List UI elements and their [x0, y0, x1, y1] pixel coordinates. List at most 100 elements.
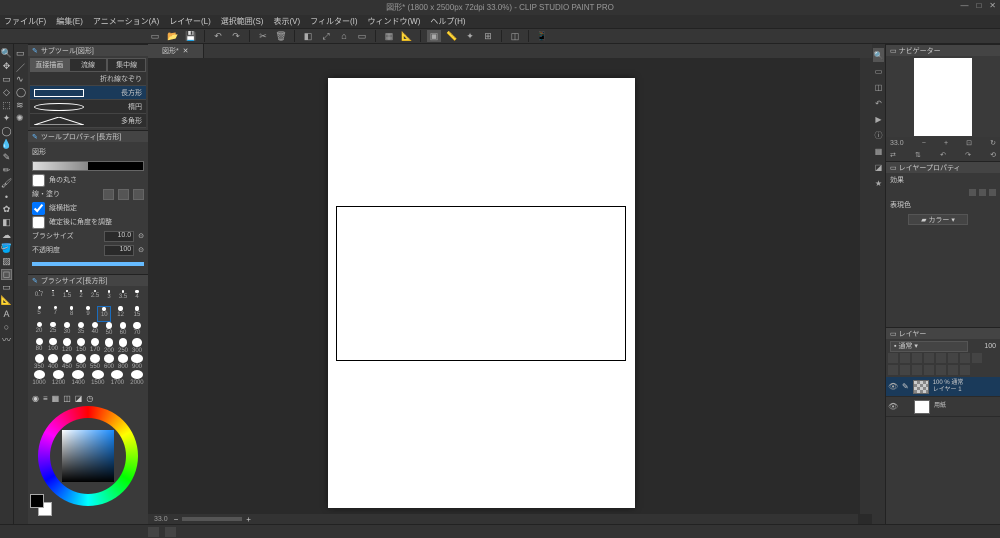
- shape-lasso-icon[interactable]: ◯: [14, 87, 28, 98]
- tab-saturated[interactable]: 集中線: [107, 58, 146, 72]
- brush-size-20[interactable]: 20: [32, 322, 46, 338]
- brush-size-550[interactable]: 550: [88, 354, 102, 370]
- figure-tool-icon[interactable]: ◻: [1, 269, 12, 280]
- nav-zoomout-icon[interactable]: −: [922, 140, 926, 147]
- brush-size-35[interactable]: 35: [74, 322, 88, 338]
- menu-animation[interactable]: アニメーション(A): [93, 16, 159, 27]
- autoaction-tab-icon[interactable]: ▶: [873, 112, 884, 126]
- brush-size-100[interactable]: 100: [46, 338, 60, 354]
- mask-icon[interactable]: [936, 365, 946, 375]
- undo-icon[interactable]: ↶: [211, 30, 225, 42]
- delete-icon[interactable]: 🗑: [274, 30, 288, 42]
- eyedropper-tool-icon[interactable]: 💧: [1, 139, 12, 150]
- navigator-header[interactable]: ▭ ナビゲーター: [886, 44, 1000, 56]
- aspect-checkbox[interactable]: [32, 202, 45, 215]
- scrollbar-vertical[interactable]: [860, 58, 872, 514]
- canvas-viewport[interactable]: [148, 58, 872, 524]
- toolprop-panel-header[interactable]: ✎ツールプロパティ[長方形]: [28, 130, 148, 142]
- link-icon[interactable]: ⊙: [138, 232, 144, 240]
- layer-thumbnail[interactable]: [913, 380, 929, 394]
- brush-size-1000[interactable]: 1000: [32, 370, 46, 386]
- fill-tool-icon[interactable]: 🪣: [1, 243, 12, 254]
- shape-item-rect[interactable]: 長方形: [30, 86, 146, 100]
- redo-icon[interactable]: ↷: [229, 30, 243, 42]
- close-button[interactable]: ✕: [989, 1, 996, 10]
- brush-size-150[interactable]: 150: [74, 338, 88, 354]
- snap-grid-icon[interactable]: ⊞: [481, 30, 495, 42]
- brush-size-170[interactable]: 170: [88, 338, 102, 354]
- brush-tool-icon[interactable]: 🖌: [1, 178, 12, 189]
- tab-stream[interactable]: 流線: [69, 58, 108, 72]
- assets-icon[interactable]: ◫: [508, 30, 522, 42]
- brush-size-7[interactable]: 7: [48, 306, 62, 322]
- grid-icon[interactable]: ▦: [382, 30, 396, 42]
- brush-size-9[interactable]: 9: [81, 306, 95, 322]
- operation-tool-icon[interactable]: ▭: [1, 74, 12, 85]
- brush-size-400[interactable]: 400: [46, 354, 60, 370]
- brush-size-200[interactable]: 200: [102, 338, 116, 354]
- shape-saturated-icon[interactable]: ✺: [14, 113, 28, 124]
- airbrush-tool-icon[interactable]: •: [1, 191, 12, 202]
- both-toggle[interactable]: [133, 189, 144, 200]
- brush-size-4[interactable]: 4: [130, 290, 144, 306]
- marquee-tool-icon[interactable]: ⬚: [1, 100, 12, 111]
- layer-move-tool-icon[interactable]: ◇: [1, 87, 12, 98]
- menu-edit[interactable]: 編集(E): [56, 16, 83, 27]
- navigator-tab-icon[interactable]: 🔍: [873, 48, 884, 62]
- material-tab-icon[interactable]: ▦: [873, 144, 884, 158]
- transfer-icon[interactable]: [912, 365, 922, 375]
- sv-picker[interactable]: [62, 430, 114, 482]
- brush-size-12[interactable]: 12: [114, 306, 128, 322]
- brush-size-250[interactable]: 250: [116, 338, 130, 354]
- visibility-icon[interactable]: 👁: [888, 382, 898, 391]
- color-intermediate-tab-icon[interactable]: ◫: [63, 394, 71, 406]
- fg-bg-swatch[interactable]: [30, 494, 44, 508]
- brush-size-10[interactable]: 10: [97, 306, 111, 322]
- blend-mode-select[interactable]: ▪ 通常 ▾: [890, 341, 968, 352]
- navigator-preview[interactable]: [886, 56, 1000, 137]
- balloon-tool-icon[interactable]: ○: [1, 321, 12, 332]
- menu-help[interactable]: ヘルプ(H): [430, 16, 465, 27]
- smartphone-icon[interactable]: 📱: [535, 30, 549, 42]
- brushsize-panel-header[interactable]: ✎ブラシサイズ[長方形]: [28, 274, 148, 286]
- maximize-button[interactable]: □: [976, 1, 981, 10]
- menu-window[interactable]: ウィンドウ(W): [368, 16, 421, 27]
- nav-rotate-l-icon[interactable]: ↶: [940, 151, 946, 159]
- ruler-tool-icon[interactable]: 📐: [1, 295, 12, 306]
- layer-item[interactable]: 👁 ✎ 100 % 通常レイヤー 1: [886, 377, 1000, 397]
- pencil-tool-icon[interactable]: ✏: [1, 165, 12, 176]
- round-corner-checkbox[interactable]: [32, 174, 45, 187]
- opacity-input[interactable]: 100: [104, 245, 134, 256]
- history-tab-icon[interactable]: ↶: [873, 96, 884, 110]
- cut-icon[interactable]: ✂: [256, 30, 270, 42]
- brush-size-0.7[interactable]: 0.7: [32, 290, 46, 306]
- brush-size-1500[interactable]: 1500: [91, 370, 105, 386]
- effect-border-icon[interactable]: [969, 189, 976, 196]
- brush-size-40[interactable]: 40: [88, 322, 102, 338]
- new-icon[interactable]: ▭: [148, 30, 162, 42]
- brush-size-25[interactable]: 25: [46, 322, 60, 338]
- color-wheel-tab-icon[interactable]: ◉: [32, 394, 39, 406]
- mask-enabled-icon[interactable]: [948, 353, 958, 363]
- brush-size-350[interactable]: 350: [32, 354, 46, 370]
- tab-direct-draw[interactable]: 直接描画: [30, 58, 69, 72]
- brush-size-300[interactable]: 300: [130, 338, 144, 354]
- brush-size-120[interactable]: 120: [60, 338, 74, 354]
- draft-icon[interactable]: [924, 353, 934, 363]
- itemb-tab-icon[interactable]: ◫: [873, 80, 884, 94]
- menu-view[interactable]: 表示(V): [273, 16, 300, 27]
- color-history-tab-icon[interactable]: ◷: [86, 394, 93, 406]
- color-slider-tab-icon[interactable]: ≡: [43, 394, 48, 406]
- shape-item-ellipse[interactable]: 楕円: [30, 100, 146, 114]
- layer-color-icon[interactable]: [972, 353, 982, 363]
- effect-tone-icon[interactable]: [979, 189, 986, 196]
- minimize-button[interactable]: —: [960, 1, 968, 10]
- effect-layer-icon[interactable]: [989, 189, 996, 196]
- nav-flip-h-icon[interactable]: ⇄: [890, 151, 896, 159]
- pen-tool-icon[interactable]: ✎: [1, 152, 12, 163]
- layers-header[interactable]: ▭ レイヤー: [886, 327, 1000, 339]
- nav-rotate-icon[interactable]: ↻: [990, 139, 996, 147]
- nav-flip-v-icon[interactable]: ⇅: [915, 151, 921, 159]
- ruler-visible-icon[interactable]: [960, 353, 970, 363]
- delete-layer-icon[interactable]: [960, 365, 970, 375]
